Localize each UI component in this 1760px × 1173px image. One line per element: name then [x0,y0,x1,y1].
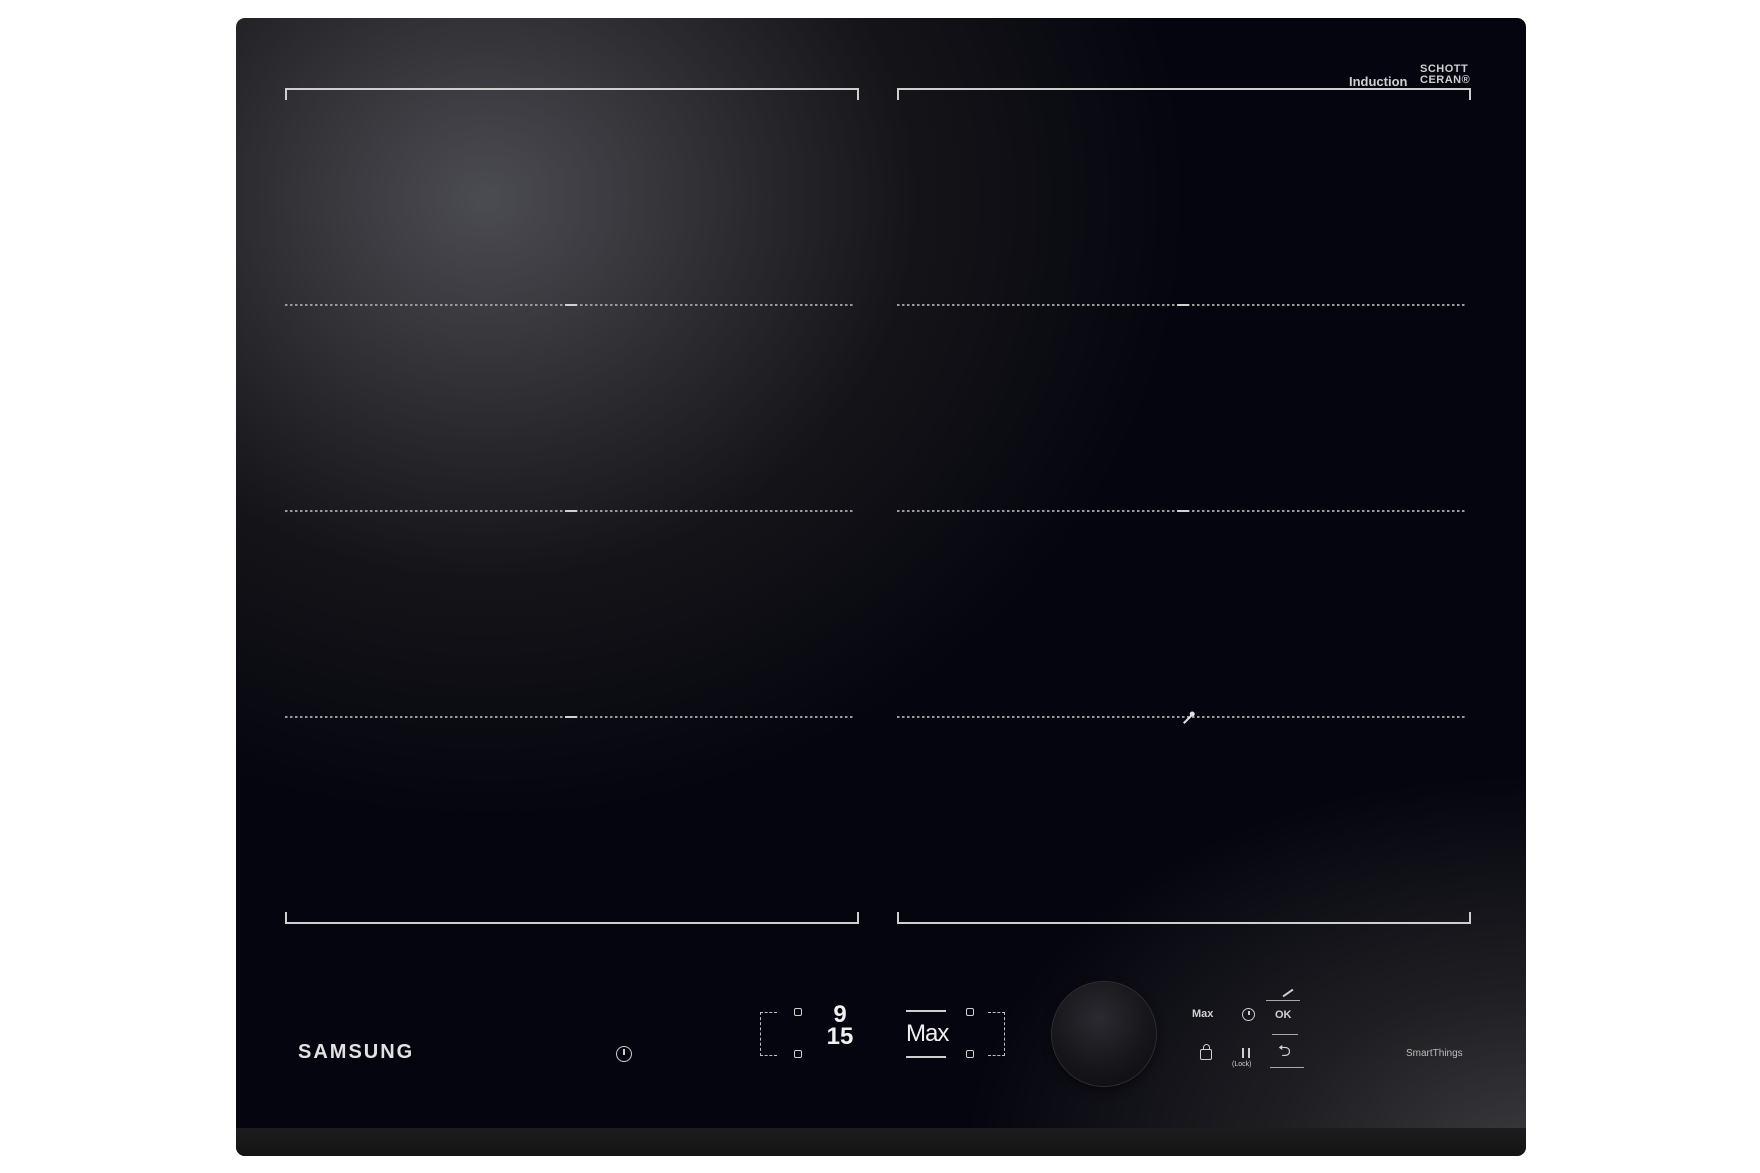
right-zone-top-bracket [897,88,1471,100]
power-icon[interactable] [616,1046,632,1062]
right-zone-bottom-bracket [897,912,1471,924]
pause-sub-label: (Lock) [1232,1061,1252,1068]
max-boost-button[interactable]: Max [1192,1008,1213,1020]
timer-display: 9 15 [818,1003,862,1050]
zone-indicator-top-left[interactable] [794,1008,802,1016]
timer-minutes-value: 15 [826,1023,854,1050]
power-level-display: Max [906,1010,949,1058]
zone-indicator-bottom-right[interactable] [966,1050,974,1058]
schott-ceran-logo: SCHOTT CERAN® [1420,64,1470,86]
left-zone-selector[interactable] [760,1012,777,1056]
timer-icon[interactable] [1242,1008,1255,1021]
zone-indicator-top-right[interactable] [966,1008,974,1016]
cooktop-glass: Induction SCHOTT CERAN® SAMSUNG 9 15 Max… [236,18,1526,1156]
right-zone-center-mark-2 [1177,510,1189,512]
right-zone-divider-3 [897,716,1467,718]
schott-logo-line2: CERAN® [1420,74,1471,86]
smartthings-label: SmartThings [1406,1048,1463,1059]
induction-label: Induction [1349,74,1408,89]
cooktop-frame-bottom [236,1128,1526,1156]
ok-top-line [1266,1000,1300,1001]
zone-indicator-bottom-left[interactable] [794,1050,802,1058]
ok-button[interactable]: OK [1275,1009,1292,1021]
right-zone-center-mark-1 [1177,304,1189,306]
back-icon[interactable]: ⮌ [1278,1044,1291,1060]
control-knob[interactable] [1052,982,1156,1086]
lock-icon[interactable] [1200,1044,1212,1060]
right-zone-selector[interactable] [988,1012,1005,1056]
left-zone-center-mark-3 [565,716,577,718]
left-zone-center-mark-1 [565,304,577,306]
ok-bottom-line [1272,1034,1298,1035]
left-zone-top-bracket [285,88,859,100]
probe-connect-icon[interactable] [1282,988,1294,998]
pause-icon[interactable] [1242,1048,1250,1058]
left-zone-bottom-bracket [285,912,859,924]
left-zone-center-mark-2 [565,510,577,512]
back-underline [1270,1067,1304,1068]
samsung-logo: SAMSUNG [298,1041,415,1063]
